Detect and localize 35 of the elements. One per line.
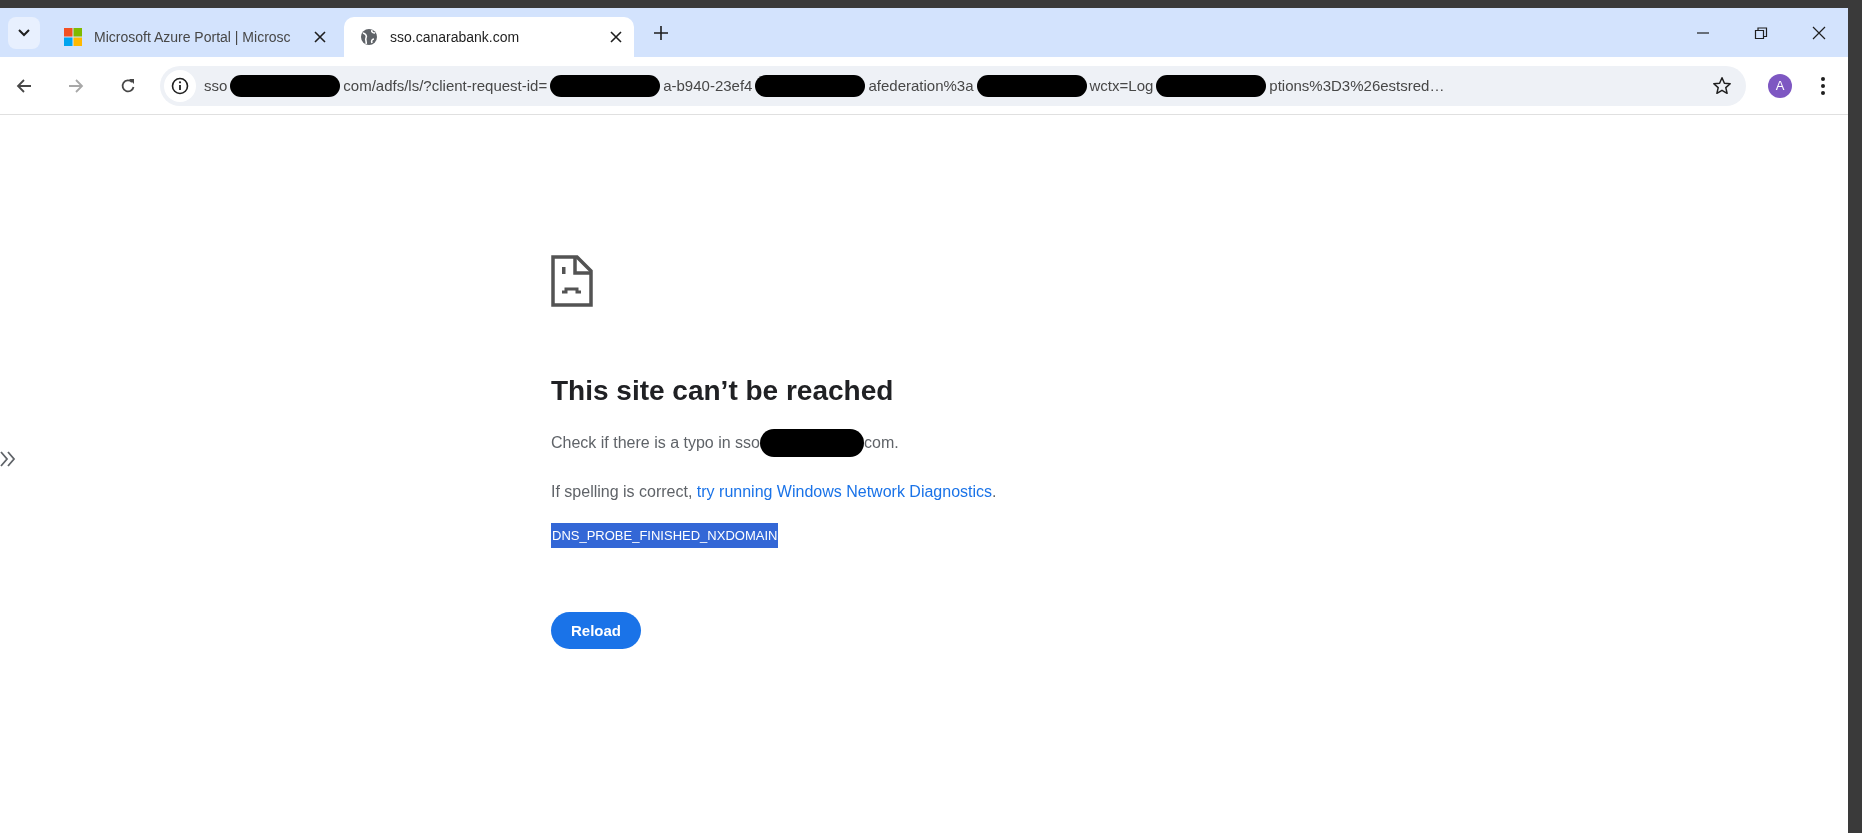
url-text: a-b940-23ef4 — [663, 77, 753, 94]
error-code: DNS_PROBE_FINISHED_NXDOMAIN — [551, 523, 779, 548]
reload-button[interactable]: Reload — [551, 612, 641, 649]
url-text: com/adfs/ls/?client-request-id= — [343, 77, 548, 94]
chevron-down-icon — [18, 28, 30, 37]
star-icon[interactable] — [1712, 75, 1732, 96]
tab-title: Microsoft Azure Portal | Microsc — [94, 29, 292, 45]
more-menu-icon[interactable] — [1820, 75, 1826, 96]
globe-icon — [360, 28, 378, 46]
info-icon — [171, 76, 189, 95]
sad-document-icon — [551, 255, 593, 307]
windows-logo-icon — [64, 28, 82, 46]
restore-icon[interactable] — [1754, 25, 1768, 40]
new-tab-icon[interactable] — [654, 25, 668, 40]
tab-search-button[interactable] — [8, 16, 40, 49]
close-icon[interactable] — [610, 31, 622, 43]
profile-avatar[interactable]: A — [1768, 73, 1792, 98]
error-message: com. — [864, 434, 899, 452]
browser-tab[interactable]: Microsoft Azure Portal | Microsc — [48, 17, 338, 57]
address-bar[interactable]: sso com/adfs/ls/?client-request-id= a-b940-23ef4 afederation%3a wctx=Log ptions%3D3%26estsred… — [160, 65, 1746, 106]
back-arrow-icon[interactable] — [16, 77, 32, 94]
url-text: wctx=Log — [1089, 77, 1154, 94]
error-heading: This site can’t be reached — [551, 375, 894, 407]
url-text: ptions%3D3%26estsred… — [1269, 77, 1445, 94]
error-message: Check if there is a typo in sso — [551, 434, 760, 452]
close-icon[interactable] — [314, 31, 326, 43]
close-icon[interactable] — [1812, 25, 1826, 40]
tab-title: sso.canarabank.com — [390, 29, 521, 45]
site-info-button[interactable] — [164, 69, 196, 102]
url-text: sso — [204, 77, 228, 94]
double-chevron-icon[interactable] — [0, 450, 16, 468]
reload-icon[interactable] — [120, 77, 136, 94]
suggestion-text: If spelling is correct, try running Windows Network Diagnostics. — [551, 483, 997, 501]
url-text: afederation%3a — [868, 77, 974, 94]
browser-tab[interactable]: sso.canarabank.com — [344, 17, 634, 57]
